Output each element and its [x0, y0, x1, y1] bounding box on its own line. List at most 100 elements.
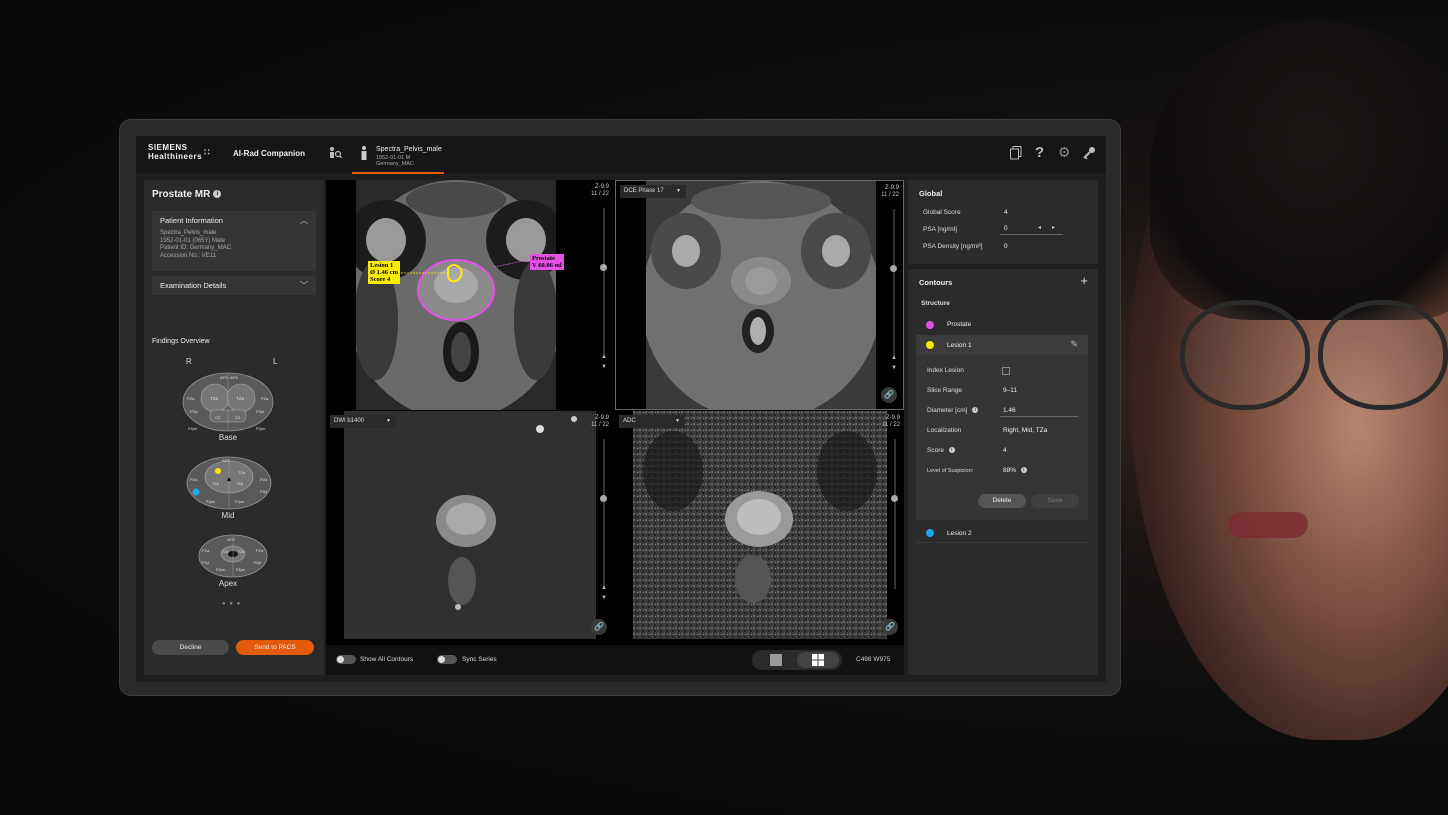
chevron-up-icon: ︿	[300, 216, 308, 225]
show-all-contours-toggle[interactable]	[336, 655, 356, 664]
svg-text:PZpl: PZpl	[202, 561, 209, 565]
patient-tab[interactable]: Spectra_Pelvis_male 1952-01-01 M Germany…	[352, 136, 444, 174]
structure-row-prostate[interactable]: Prostate	[916, 315, 1088, 333]
svg-text:PZpl: PZpl	[256, 409, 264, 414]
glasses-right-lens	[1318, 300, 1448, 410]
svg-text:AFS: AFS	[227, 537, 235, 542]
patient-search-icon[interactable]	[328, 146, 342, 163]
pager-dots[interactable]: ● ● ●	[222, 601, 241, 607]
side-right-label: R	[186, 357, 192, 366]
series-dropdown[interactable]: ADC ▼	[619, 415, 685, 428]
psa-value: 0	[1004, 225, 1008, 232]
psa-input[interactable]: 0 ◂ ▸	[1000, 223, 1063, 235]
examination-details-header[interactable]: Examination Details ﹀	[152, 276, 316, 295]
slice-step-arrows[interactable]: ▲ ▼	[891, 353, 897, 373]
save-button[interactable]: Save	[1031, 494, 1079, 508]
send-to-pacs-button[interactable]: Send to PACS	[236, 640, 314, 655]
edit-pencil-icon[interactable]: ✎	[1070, 339, 1078, 350]
slider-knob[interactable]	[600, 264, 607, 271]
prostate-annotation-label[interactable]: Prostate V 60.06 ml	[530, 254, 564, 270]
viewport-dwi[interactable]: DWI b1400 ▼ Z-9.9 11 / 22 ▲ ▼ 🔗	[326, 411, 613, 641]
info-icon[interactable]: i	[1020, 467, 1027, 474]
svg-text:AFS: AFS	[222, 458, 230, 463]
slice-index: 11 / 22	[882, 422, 900, 428]
sector-label-mid: Mid	[221, 511, 235, 520]
viewport-adc[interactable]: ADC ▼ Z-9.9 11 / 22 🔗	[615, 411, 904, 641]
help-icon[interactable]: ?	[1035, 144, 1044, 161]
slider-knob[interactable]	[890, 265, 897, 272]
slice-slider[interactable]	[600, 208, 607, 358]
link-icon[interactable]: 🔗	[882, 619, 898, 635]
woman-lips	[1228, 512, 1308, 538]
svg-text:PZpm: PZpm	[256, 427, 265, 431]
diameter-label-text: Diameter [cm]	[927, 407, 968, 414]
slice-slider[interactable]	[600, 439, 607, 589]
patient-information-header[interactable]: Patient Information ︿	[152, 211, 316, 230]
page-title: Prostate MR i	[152, 189, 222, 200]
increment-arrow-icon[interactable]: ▸	[1052, 224, 1055, 231]
slice-index: 11 / 22	[591, 422, 609, 428]
svg-text:PZa: PZa	[260, 477, 268, 482]
side-left-label: L	[273, 357, 278, 366]
annotation-line: Score 4	[370, 276, 391, 283]
slice-step-arrows[interactable]: ▲ ▼	[601, 352, 607, 372]
series-dropdown[interactable]: DCE Phase 17 ▼	[620, 185, 686, 198]
svg-text:PZa: PZa	[202, 548, 210, 553]
viewer-toolbar: Show All Contours Sync Series C498 W975	[326, 645, 904, 675]
sync-series-toggle[interactable]	[437, 655, 457, 664]
annotation-line: V 60.06 ml	[532, 262, 562, 269]
settings-icon[interactable]: ⚙	[1058, 144, 1071, 161]
mri-dwi-image	[344, 411, 596, 639]
svg-text:PZa: PZa	[187, 396, 195, 401]
link-icon[interactable]: 🔗	[881, 387, 897, 403]
key-icon[interactable]	[1082, 146, 1096, 163]
svg-text:PZpm: PZpm	[206, 500, 215, 504]
caret-down-icon: ▼	[386, 418, 391, 424]
info-icon[interactable]: i	[948, 447, 955, 454]
grid-layout-button[interactable]	[797, 652, 839, 668]
annotation-line: Ø 1.46 cm	[370, 269, 398, 276]
index-lesion-checkbox[interactable]	[1002, 367, 1010, 375]
slice-slider[interactable]	[891, 439, 898, 589]
svg-text:PZpl: PZpl	[190, 409, 198, 414]
svg-text:TZa: TZa	[236, 396, 244, 401]
background-photo: SIEMENS Healthineers ∷ AI-Rad Companion …	[0, 0, 1448, 815]
decrement-arrow-icon[interactable]: ◂	[1038, 224, 1041, 231]
sector-map-apex[interactable]: AFS PZa PZa TZa TZa PZpl PZpl PZpm PZpm	[198, 534, 268, 578]
diameter-input[interactable]: 1.46	[1000, 403, 1078, 417]
localization-label: Localization	[927, 427, 962, 434]
svg-text:PZpm: PZpm	[236, 568, 245, 572]
info-icon[interactable]: i	[972, 407, 979, 414]
sector-map-base[interactable]: AFS AFS PZa PZa TZa TZa PZpl PZpl CZ CZ PZpm P…	[182, 372, 274, 434]
slice-range-label: Slice Range	[927, 387, 963, 394]
structure-row-lesion-2[interactable]: Lesion 2	[916, 523, 1088, 543]
slider-knob[interactable]	[600, 495, 607, 502]
slider-knob[interactable]	[891, 495, 898, 502]
show-all-contours-label: Show All Contours	[360, 656, 414, 663]
slice-step-arrows[interactable]: ▲ ▼	[601, 583, 607, 603]
patient-information-title: Patient Information	[160, 216, 223, 225]
info-icon[interactable]: i	[213, 190, 222, 199]
chevron-down-icon: ﹀	[300, 281, 308, 290]
svg-text:TZa: TZa	[238, 550, 244, 554]
add-contour-icon[interactable]: +	[1080, 273, 1088, 288]
sector-map-mid[interactable]: AFS TZp TZp TZa PZa PZa PZpm PZpm PZpl	[186, 455, 272, 511]
lesion-annotation-label[interactable]: Lesion 1 Ø 1.46 cm Score 4	[368, 261, 400, 284]
structure-row-lesion-1[interactable]: Lesion 1 ✎	[916, 335, 1088, 355]
single-layout-button[interactable]	[755, 652, 797, 668]
lesion-1-details: Lesion 1 ✎ Index Lesion Slice Range 9–11…	[916, 335, 1088, 520]
delete-button[interactable]: Delete	[978, 494, 1026, 508]
series-dropdown[interactable]: DWI b1400 ▼	[330, 415, 396, 428]
documents-icon[interactable]	[1010, 146, 1022, 163]
decline-button[interactable]: Decline	[152, 640, 229, 655]
link-icon[interactable]: 🔗	[591, 619, 607, 635]
slice-position-label: Z-9.9 11 / 22	[591, 415, 609, 429]
structure-name: Lesion 2	[947, 530, 972, 537]
svg-text:TZp: TZp	[236, 481, 244, 486]
examination-details-card[interactable]: Examination Details ﹀	[152, 276, 316, 295]
sector-label-apex: Apex	[218, 579, 238, 588]
viewport-dce[interactable]: DCE Phase 17 ▼ Z-9.9 11 / 22 ▲ ▼ 🔗	[615, 180, 904, 410]
viewport-t2[interactable]: Lesion 1 Ø 1.46 cm Score 4 Prostate V 60…	[326, 180, 613, 410]
structure-name: Prostate	[947, 321, 972, 328]
slice-slider[interactable]	[890, 209, 897, 359]
